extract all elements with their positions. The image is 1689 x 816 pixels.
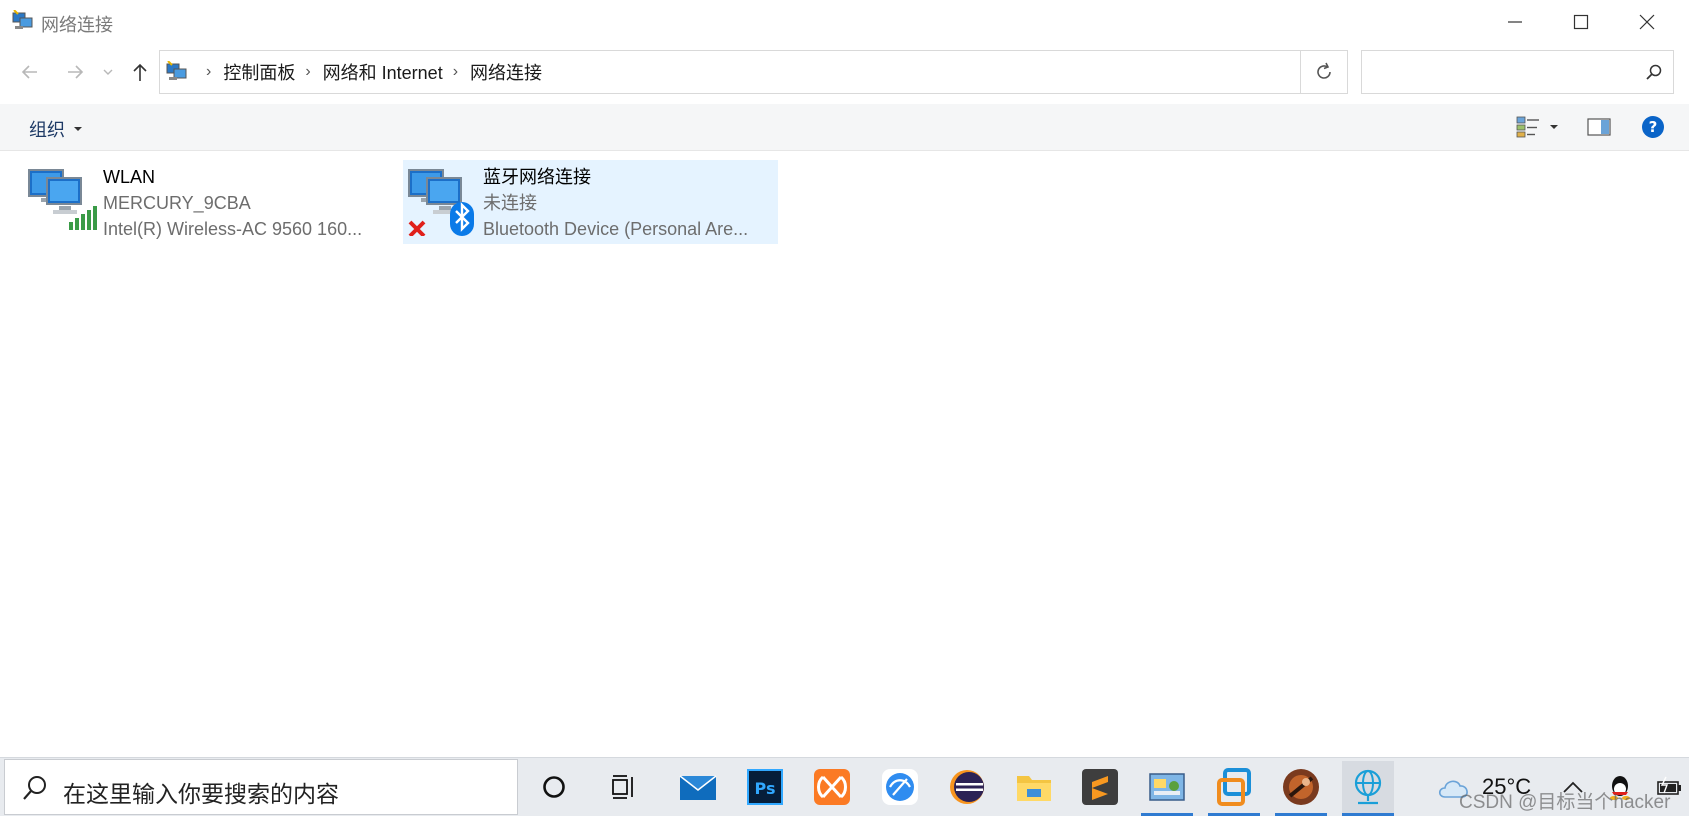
- back-button[interactable]: [16, 58, 44, 86]
- eclipse-icon: [950, 770, 984, 804]
- caret-down-icon: [74, 127, 82, 131]
- forward-button[interactable]: [61, 58, 89, 86]
- sublime-text-icon: [1082, 769, 1118, 805]
- arrow-right-icon: [68, 65, 84, 79]
- cortana-icon: [543, 776, 565, 798]
- connection-device: Bluetooth Device (Personal Are...: [483, 219, 749, 239]
- wifi-adapter-icon: [27, 164, 99, 236]
- svg-text:?: ?: [1649, 118, 1658, 136]
- chevron-down-icon: [103, 69, 113, 75]
- close-button[interactable]: [1614, 0, 1680, 44]
- address-bar[interactable]: › 控制面板 › 网络和 Internet › 网络连接: [159, 50, 1348, 94]
- cortana-button[interactable]: [528, 761, 580, 813]
- breadcrumb: › 控制面板 › 网络和 Internet › 网络连接: [196, 51, 542, 93]
- close-icon: [1639, 14, 1655, 30]
- network-connections-icon: [12, 9, 34, 32]
- control-panel-app[interactable]: [1141, 761, 1193, 816]
- control-panel-icon: [165, 60, 189, 83]
- svg-text:Ps: Ps: [755, 779, 776, 798]
- refresh-button[interactable]: [1300, 50, 1348, 94]
- search-icon: [1646, 64, 1662, 80]
- maximize-icon: [1573, 14, 1589, 30]
- recent-locations-button[interactable]: [96, 58, 120, 86]
- taskbar: 在这里输入你要搜索的内容 Ps 25°C: [0, 757, 1689, 816]
- virtualbox-icon: [1217, 768, 1251, 806]
- sublime-text-app[interactable]: [1074, 761, 1126, 813]
- browser-icon: [882, 769, 918, 805]
- connection-details: 蓝牙网络连接 未连接 Bluetooth Device (Personal Ar…: [483, 164, 748, 242]
- preview-pane-icon: [1587, 118, 1611, 136]
- taskbar-search-placeholder: 在这里输入你要搜索的内容: [63, 781, 339, 807]
- connection-status: 未连接: [483, 193, 537, 213]
- help-button[interactable]: ?: [1640, 114, 1666, 140]
- globe-icon: [1354, 769, 1382, 805]
- connection-item-bluetooth[interactable]: 蓝牙网络连接 未连接 Bluetooth Device (Personal Ar…: [403, 160, 778, 244]
- organize-label: 组织: [29, 120, 65, 140]
- view-details-icon: [1516, 116, 1539, 138]
- file-explorer-app[interactable]: [1008, 761, 1060, 813]
- breadcrumb-network-connections[interactable]: 网络连接: [470, 59, 542, 85]
- task-view-button[interactable]: [598, 761, 650, 813]
- chevron-right-icon[interactable]: ›: [206, 63, 211, 81]
- media-app[interactable]: [1275, 761, 1327, 816]
- chevron-right-icon[interactable]: ›: [453, 63, 458, 81]
- organize-button[interactable]: 组织: [29, 116, 83, 142]
- photoshop-app[interactable]: Ps: [739, 761, 791, 813]
- eclipse-app[interactable]: [941, 761, 993, 813]
- caret-down-icon: [1550, 125, 1558, 129]
- photoshop-icon: Ps: [747, 769, 783, 805]
- up-button[interactable]: [126, 58, 154, 86]
- change-view-button[interactable]: [1508, 114, 1566, 140]
- command-bar: 组织 ?: [0, 104, 1689, 151]
- task-view-icon: [612, 775, 633, 799]
- title-bar: 网络连接: [0, 0, 1689, 44]
- explorer-window: 网络连接 › 控制面板 › 网络和 Internet › 网络连接 组织 ? W…: [0, 0, 1689, 757]
- virtualbox-app[interactable]: [1208, 761, 1260, 816]
- folder-icon: [1017, 776, 1051, 801]
- connection-device: Intel(R) Wireless-AC 9560 160...: [103, 219, 363, 239]
- chevron-right-icon[interactable]: ›: [305, 63, 310, 81]
- bluetooth-adapter-icon: [407, 164, 479, 238]
- breadcrumb-network-internet[interactable]: 网络和 Internet: [323, 59, 443, 85]
- arrow-up-icon: [133, 63, 147, 81]
- connection-status: MERCURY_9CBA: [103, 193, 251, 213]
- connection-name: WLAN: [103, 167, 156, 187]
- taskbar-search-box[interactable]: 在这里输入你要搜索的内容: [4, 759, 518, 815]
- control-panel-icon: [1149, 773, 1185, 801]
- breadcrumb-control-panel[interactable]: 控制面板: [223, 59, 295, 85]
- arrow-left-icon: [21, 65, 37, 79]
- search-input[interactable]: [1361, 50, 1674, 94]
- mail-app[interactable]: [672, 761, 724, 813]
- watermark: CSDN @目标当个hacker: [1459, 792, 1671, 813]
- help-icon: ?: [1642, 116, 1664, 138]
- connection-details: WLAN MERCURY_9CBA Intel(R) Wireless-AC 9…: [103, 164, 362, 242]
- search-icon: [23, 776, 46, 800]
- xampp-icon: [814, 769, 850, 805]
- connection-item-wlan[interactable]: WLAN MERCURY_9CBA Intel(R) Wireless-AC 9…: [23, 160, 383, 244]
- maximize-button[interactable]: [1548, 0, 1614, 44]
- window-title: 网络连接: [41, 15, 113, 35]
- network-connections-app[interactable]: [1342, 761, 1394, 816]
- browser-app[interactable]: [874, 761, 926, 813]
- minimize-button[interactable]: [1482, 0, 1548, 44]
- preview-pane-button[interactable]: [1586, 114, 1612, 140]
- xampp-app[interactable]: [806, 761, 858, 813]
- mail-icon: [679, 775, 717, 800]
- minimize-icon: [1508, 21, 1522, 23]
- media-app-icon: [1283, 769, 1319, 805]
- connection-name: 蓝牙网络连接: [483, 167, 591, 187]
- refresh-icon: [1317, 62, 1331, 79]
